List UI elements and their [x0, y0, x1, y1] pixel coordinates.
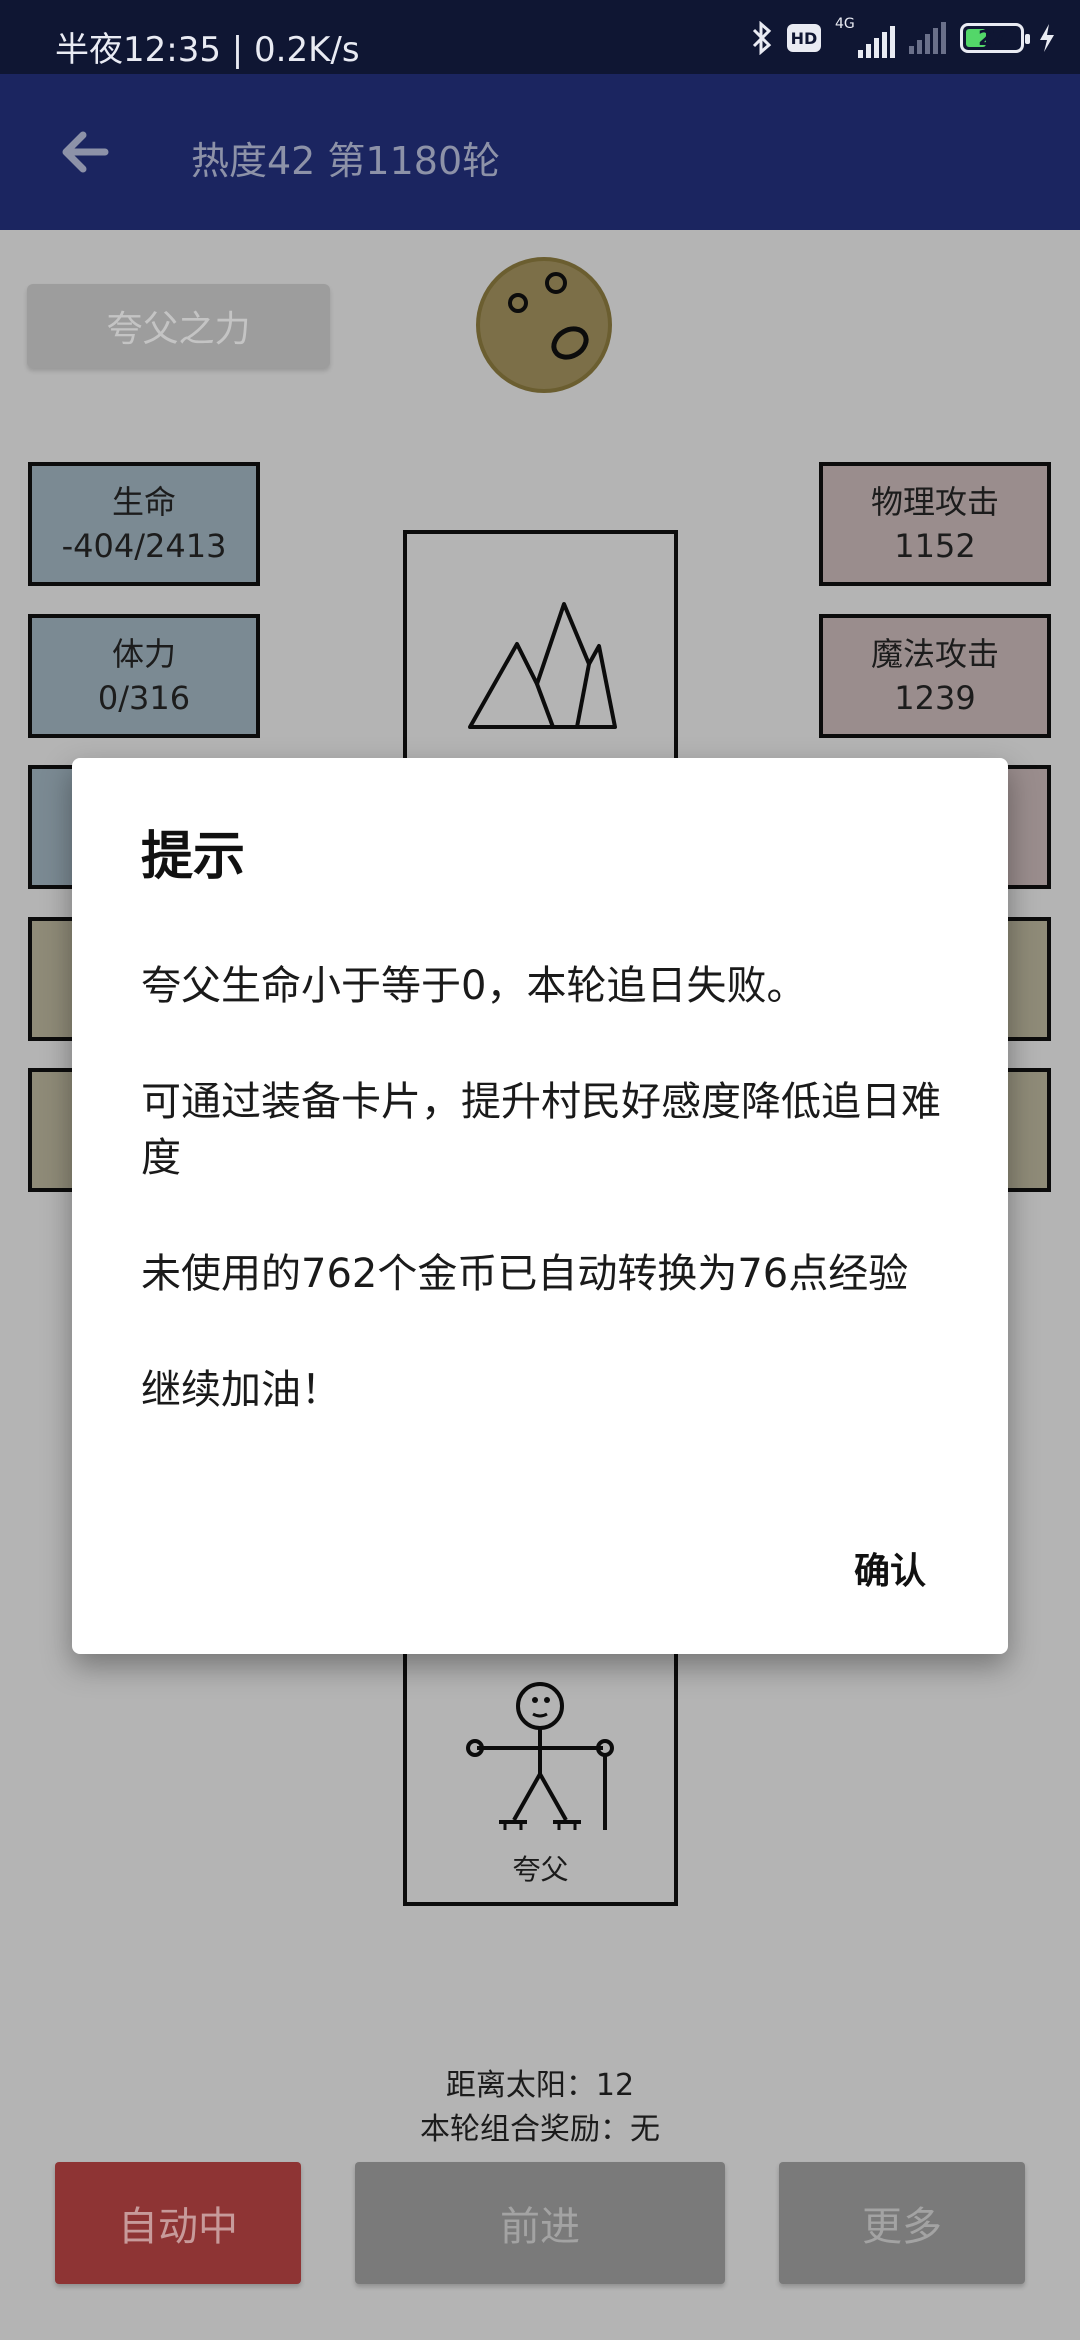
terrain-card[interactable] [403, 530, 678, 770]
dialog-message-line: 可通过装备卡片，提升村民好感度降低追日难度 [141, 1079, 941, 1181]
stat-physical-attack-label: 物理攻击 [870, 483, 999, 521]
stat-hp: 生命 -404/2413 [28, 462, 260, 586]
status-time-speed: 半夜12:35 | 0.2K/s [55, 30, 360, 70]
distance-to-sun: 距离太阳：12 [445, 2068, 635, 2103]
back-arrow-icon[interactable] [55, 122, 115, 182]
app-bar: 热度42 第1180轮 [0, 74, 1080, 230]
stat-magic-attack-value: 1239 [894, 679, 976, 717]
combo-reward: 本轮组合奖励：无 [420, 2112, 660, 2147]
hero-card[interactable]: 夸父 [403, 1640, 678, 1906]
more-button[interactable]: 更多 [779, 2162, 1025, 2284]
cellular-signal-2-icon [909, 22, 946, 54]
confirm-button[interactable]: 确认 [854, 1542, 926, 1594]
skill-button[interactable]: 夸父之力 [27, 284, 330, 368]
mountain-icon [468, 602, 617, 729]
dialog-message-line: 继续加油！ [141, 1367, 341, 1413]
sun-icon [476, 257, 612, 393]
battery-icon: 27 [960, 23, 1030, 53]
stat-magic-attack: 魔法攻击 1239 [819, 614, 1051, 738]
stat-stamina: 体力 0/316 [28, 614, 260, 738]
status-icons: HD 4G 27 [751, 14, 1056, 62]
stat-stamina-value: 0/316 [97, 679, 191, 717]
charging-icon [1040, 24, 1054, 52]
status-bar: 半夜12:35 | 0.2K/s HD 4G 27 [0, 0, 1080, 74]
stat-physical-attack: 物理攻击 1152 [819, 462, 1051, 586]
dialog-message-line: 未使用的762个金币已自动转换为76点经验 [141, 1251, 909, 1297]
forward-button[interactable]: 前进 [355, 2162, 725, 2284]
bluetooth-icon [752, 21, 772, 55]
stick-figure-icon [466, 1682, 614, 1830]
dialog-message-line: 夸父生命小于等于0，本轮追日失败。 [141, 963, 807, 1009]
stat-hp-label: 生命 [111, 483, 176, 521]
auto-button[interactable]: 自动中 [55, 2162, 301, 2284]
dialog-message: 夸父生命小于等于0，本轮追日失败。 可通过装备卡片，提升村民好感度降低追日难度 … [141, 958, 961, 1478]
page-title: 热度42 第1180轮 [191, 139, 501, 183]
stat-magic-attack-label: 魔法攻击 [870, 635, 999, 673]
hero-name: 夸父 [512, 1853, 569, 1886]
stat-physical-attack-value: 1152 [894, 527, 976, 565]
hd-icon: HD [787, 24, 821, 52]
alert-dialog: 提示 夸父生命小于等于0，本轮追日失败。 可通过装备卡片，提升村民好感度降低追日… [72, 758, 1008, 1654]
stat-hp-value: -404/2413 [61, 527, 227, 565]
cellular-signal-icon: 4G [835, 16, 895, 58]
dialog-title: 提示 [141, 827, 246, 887]
stat-stamina-label: 体力 [111, 635, 176, 673]
